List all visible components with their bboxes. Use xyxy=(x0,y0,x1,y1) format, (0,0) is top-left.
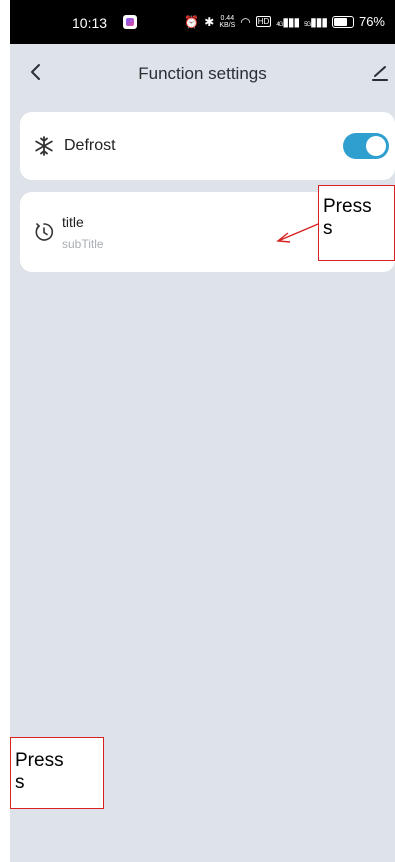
battery-icon xyxy=(331,15,354,28)
app-bar: Function settings xyxy=(10,50,395,96)
status-time: 10:13 xyxy=(72,15,108,31)
bluetooth-icon: ✱ xyxy=(204,14,215,29)
timer-icon xyxy=(33,221,55,243)
network-speed: 0.44 KB/S xyxy=(219,15,235,29)
annotation-text-line2: s xyxy=(15,772,25,793)
timer-subtitle: subTitle xyxy=(62,237,104,251)
annotation-text-line1: Press xyxy=(323,196,372,217)
page-title: Function settings xyxy=(138,64,267,83)
snowflake-icon xyxy=(33,135,55,157)
defrost-label: Defrost xyxy=(64,137,116,154)
defrost-setting-card: Defrost xyxy=(20,112,395,180)
battery-percent: 76% xyxy=(358,14,385,29)
defrost-toggle[interactable] xyxy=(343,133,389,159)
annotation-box-bottom: Press s xyxy=(10,737,104,809)
annotation-text-line2: s xyxy=(323,218,333,239)
edit-button[interactable] xyxy=(367,60,393,86)
pencil-icon xyxy=(372,66,388,81)
signal-4g-icon: 4G▮▮▮ xyxy=(276,14,300,29)
status-icons: ⏰ ✱ 0.44 KB/S ◠ HD 4G▮▮▮ 5G▮▮▮ 76% xyxy=(184,14,385,29)
toggle-knob xyxy=(366,136,386,156)
timer-title: title xyxy=(62,214,84,230)
hd-badge: HD xyxy=(255,16,272,27)
status-bar: 10:13 ⏰ ✱ 0.44 KB/S ◠ HD 4G▮▮▮ 5G▮▮▮ 76% xyxy=(10,0,395,44)
speed-value: 0.44 xyxy=(220,14,235,22)
signal-5g-icon: 5G▮▮▮ xyxy=(304,14,328,29)
speed-unit: KB/S xyxy=(219,21,236,29)
annotation-text-line1: Press xyxy=(15,750,64,771)
alarm-icon: ⏰ xyxy=(184,14,200,29)
app-notification-icon xyxy=(123,15,137,29)
wifi-icon: ◠ xyxy=(240,14,251,29)
annotation-box-top: Press s xyxy=(318,185,395,261)
app-screen: 10:13 ⏰ ✱ 0.44 KB/S ◠ HD 4G▮▮▮ 5G▮▮▮ 76%… xyxy=(10,0,395,862)
